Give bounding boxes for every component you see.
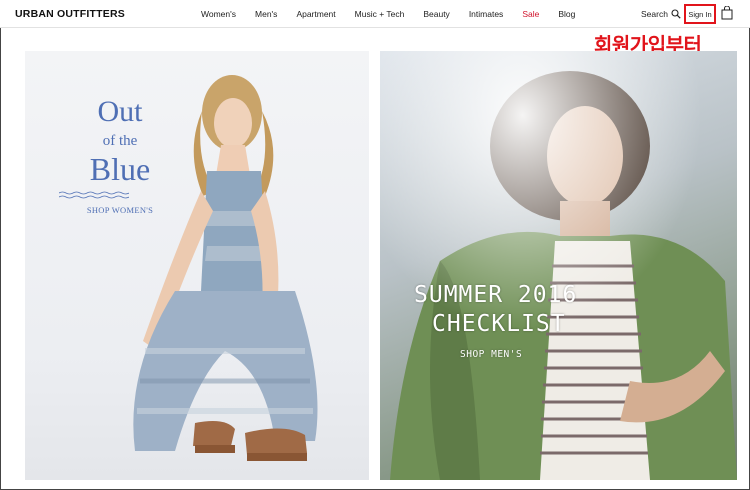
shop-mens-link[interactable]: SHOP MEN'S xyxy=(460,349,522,360)
promo-title-checklist: CHECKLIST xyxy=(432,311,566,337)
search-label: Search xyxy=(641,9,668,19)
site-header: URBAN OUTFITTERS Women's Men's Apartment… xyxy=(0,0,750,28)
nav-music-tech[interactable]: Music + Tech xyxy=(355,9,405,19)
promo-title-out: Out xyxy=(97,95,143,128)
mens-promo-panel[interactable]: SUMMER 2016 CHECKLIST SHOP MEN'S xyxy=(380,51,737,480)
search-icon xyxy=(671,9,681,19)
nav-blog[interactable]: Blog xyxy=(558,9,575,19)
womens-promo-panel[interactable]: Out of the Blue SHOP WOMEN'S xyxy=(25,51,369,480)
promo-title-of-the: of the xyxy=(102,133,138,149)
nav-intimates[interactable]: Intimates xyxy=(469,9,504,19)
main-nav: Women's Men's Apartment Music + Tech Bea… xyxy=(201,9,575,19)
sign-in-button[interactable]: Sign In xyxy=(684,4,716,24)
nav-sale[interactable]: Sale xyxy=(522,9,539,19)
search-button[interactable]: Search xyxy=(641,9,681,19)
shop-womens-link[interactable]: SHOP WOMEN'S xyxy=(45,205,195,215)
mens-model-image xyxy=(380,51,737,480)
site-logo[interactable]: URBAN OUTFITTERS xyxy=(15,8,125,20)
wave-divider-icon xyxy=(59,191,129,199)
promo-title-blue: Blue xyxy=(89,151,151,187)
nav-apartment[interactable]: Apartment xyxy=(296,9,335,19)
shopping-bag-icon[interactable] xyxy=(721,6,733,20)
nav-beauty[interactable]: Beauty xyxy=(423,9,449,19)
nav-womens[interactable]: Women's xyxy=(201,9,236,19)
promo-title-summer-2016: SUMMER 2016 xyxy=(414,282,578,308)
nav-mens[interactable]: Men's xyxy=(255,9,277,19)
